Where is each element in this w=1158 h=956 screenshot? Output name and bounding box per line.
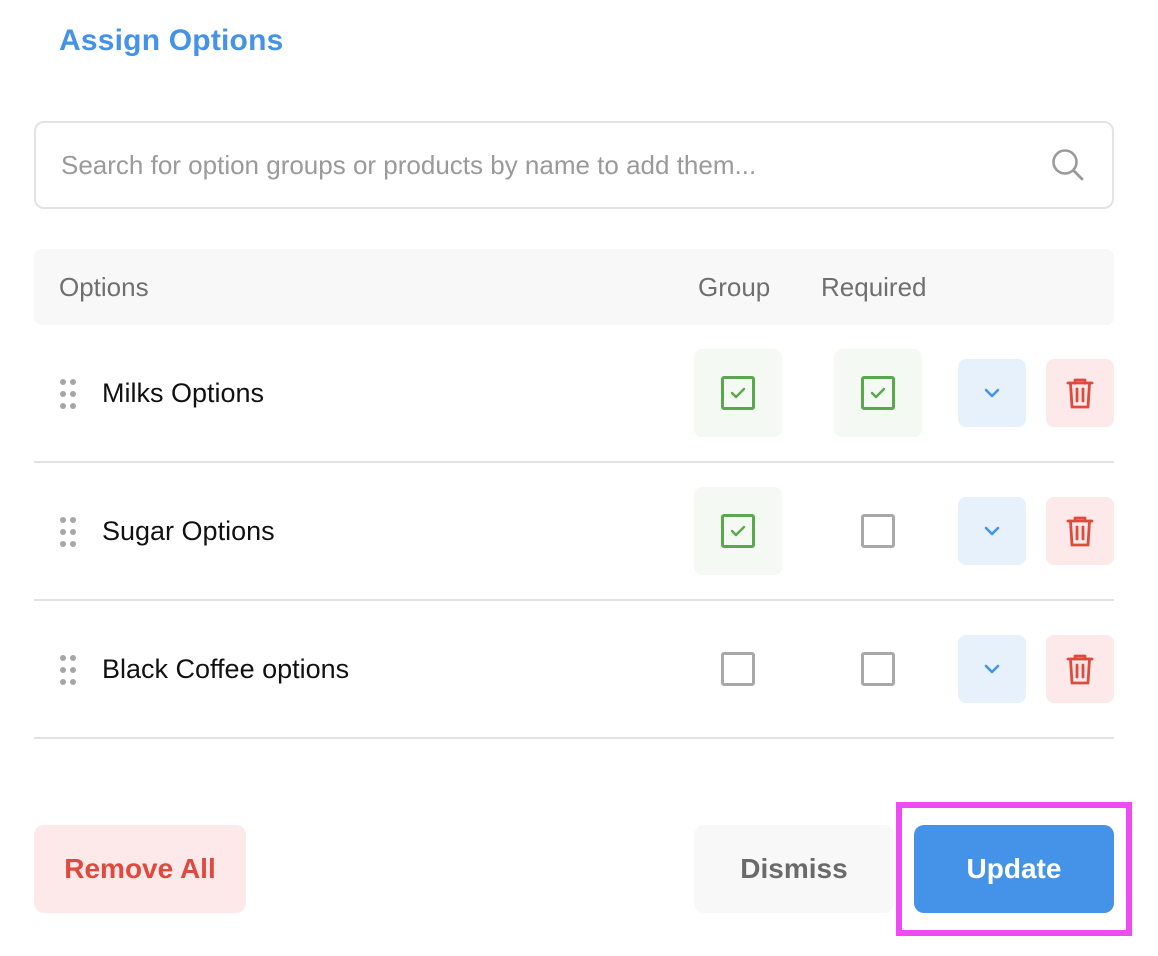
required-checkbox-cell	[834, 349, 922, 437]
delete-button[interactable]	[1046, 359, 1114, 427]
required-checkbox[interactable]	[861, 652, 895, 686]
trash-icon	[1066, 378, 1094, 409]
trash-icon	[1066, 516, 1094, 547]
trash-icon	[1066, 654, 1094, 685]
update-button-highlight	[896, 802, 1132, 936]
drag-handle-icon[interactable]	[58, 378, 78, 410]
delete-button[interactable]	[1046, 497, 1114, 565]
search-box[interactable]	[34, 121, 1114, 209]
required-checkbox-cell	[834, 487, 922, 575]
group-checkbox[interactable]	[721, 514, 755, 548]
dismiss-button[interactable]: Dismiss	[694, 825, 894, 913]
remove-all-button[interactable]: Remove All	[34, 825, 246, 913]
drag-handle-icon[interactable]	[58, 516, 78, 548]
expand-button[interactable]	[958, 359, 1026, 427]
table-row: Sugar Options	[34, 463, 1114, 601]
group-checkbox-cell	[694, 349, 782, 437]
check-icon	[730, 387, 746, 399]
table-header: Options Group Required	[34, 249, 1114, 325]
search-input[interactable]	[61, 149, 1048, 181]
drag-handle-icon[interactable]	[58, 654, 78, 686]
chevron-down-icon	[984, 664, 1000, 674]
expand-button[interactable]	[958, 635, 1026, 703]
table-row: Black Coffee options	[34, 601, 1114, 739]
row-label: Milks Options	[102, 378, 265, 408]
required-checkbox-cell	[834, 625, 922, 713]
check-icon	[730, 525, 746, 537]
header-options: Options	[59, 272, 149, 302]
search-icon[interactable]	[1048, 145, 1088, 185]
required-checkbox[interactable]	[861, 376, 895, 410]
group-checkbox[interactable]	[721, 376, 755, 410]
row-label: Black Coffee options	[102, 654, 350, 684]
page-title: Assign Options	[59, 24, 284, 57]
row-label: Sugar Options	[102, 516, 275, 546]
header-required: Required	[821, 272, 927, 302]
group-checkbox-cell	[694, 625, 782, 713]
header-group: Group	[698, 272, 771, 302]
table-row: Milks Options	[34, 325, 1114, 463]
group-checkbox-cell	[694, 487, 782, 575]
delete-button[interactable]	[1046, 635, 1114, 703]
expand-button[interactable]	[958, 497, 1026, 565]
assign-options-panel: Assign Options Options Group Required Mi…	[0, 0, 1158, 956]
required-checkbox[interactable]	[861, 514, 895, 548]
chevron-down-icon	[984, 388, 1000, 398]
chevron-down-icon	[984, 526, 1000, 536]
check-icon	[870, 387, 886, 399]
group-checkbox[interactable]	[721, 652, 755, 686]
